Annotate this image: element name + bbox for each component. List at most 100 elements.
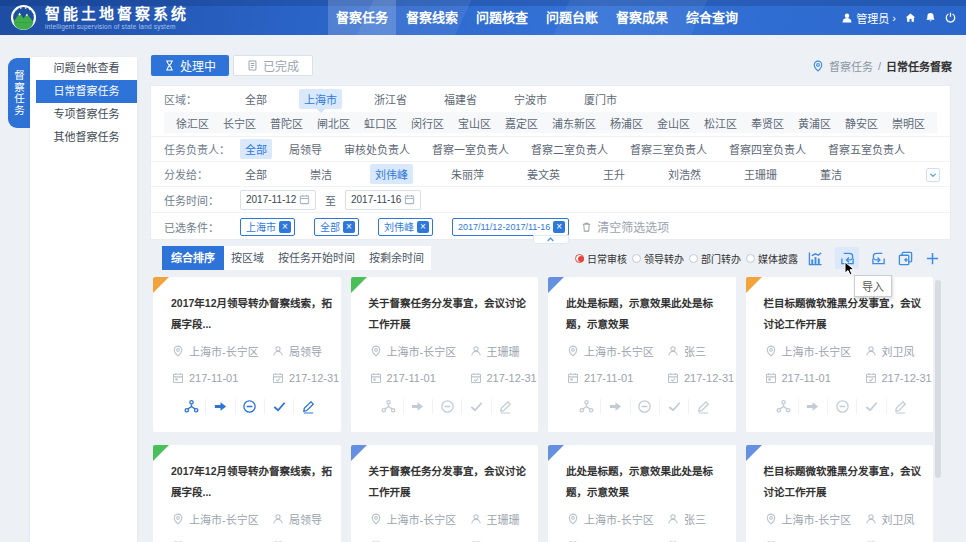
district-option[interactable]: 虹口区	[364, 115, 397, 131]
task-card[interactable]: 2017年12月领导转办督察线索，拓展字段... 上海市-长宁区 局领导 217…	[153, 445, 341, 542]
suspend-action-icon[interactable]	[235, 399, 264, 414]
tab-processing[interactable]: 处理中	[151, 55, 229, 76]
district-option[interactable]: 徐汇区	[176, 115, 209, 131]
suspend-action-icon[interactable]	[630, 399, 659, 414]
owner-option[interactable]: 督察二室负责人	[526, 139, 613, 159]
complete-action-icon[interactable]	[461, 399, 490, 414]
owner-option[interactable]: 督察四室负责人	[724, 139, 811, 159]
distribute-action-icon[interactable]	[572, 399, 600, 414]
task-card[interactable]: 此处是标题，示意效果此处是标题，示意效果 上海市-长宁区 张三 217-11-0…	[548, 277, 736, 432]
nav-item[interactable]: 问题台账	[538, 0, 606, 35]
task-card[interactable]: 2017年12月领导转办督察线索，拓展字段... 上海市-长宁区 局领导 217…	[153, 277, 341, 432]
distribute-action-icon[interactable]	[375, 399, 403, 414]
tag-close-icon[interactable]: ×	[279, 221, 291, 233]
suspend-action-icon[interactable]	[827, 399, 856, 414]
assignee-option[interactable]: 刘浩然	[663, 164, 706, 184]
nav-item[interactable]: 督察成果	[608, 0, 676, 35]
tag-close-icon[interactable]: ×	[343, 221, 355, 233]
logout-icon[interactable]	[945, 12, 956, 23]
complete-action-icon[interactable]	[856, 399, 885, 414]
sidebar-item[interactable]: 专项督察任务	[36, 103, 137, 126]
district-option[interactable]: 长宁区	[223, 115, 256, 131]
owner-option[interactable]: 督察一室负责人	[427, 139, 514, 159]
owner-option[interactable]: 督察三室负责人	[625, 139, 712, 159]
home-icon[interactable]	[905, 12, 916, 23]
assignee-option[interactable]: 王升	[598, 164, 630, 184]
assignee-option[interactable]: 崇洁	[305, 164, 337, 184]
forward-action-icon[interactable]	[600, 399, 629, 414]
stats-button[interactable]	[808, 251, 823, 266]
sort-tab[interactable]: 综合排序	[162, 246, 224, 270]
sort-tab[interactable]: 按区域	[224, 246, 271, 270]
district-option[interactable]: 奉贤区	[751, 115, 784, 131]
edit-action-icon[interactable]	[886, 399, 915, 414]
nav-item[interactable]: 综合查询	[678, 0, 746, 35]
owner-option[interactable]: 局领导	[284, 139, 327, 159]
district-option[interactable]: 静安区	[845, 115, 878, 131]
type-radio[interactable]: 领导转办	[632, 251, 684, 266]
sidebar-item[interactable]: 问题台帐查看	[36, 57, 137, 80]
collapse-filters-handle[interactable]	[533, 235, 569, 244]
assignee-option[interactable]: 刘伟峰	[370, 164, 413, 184]
task-card[interactable]: 关于督察任务分发事宜，会议讨论工作开展 上海市-长宁区 王珊珊 217-11-0…	[351, 277, 539, 432]
district-option[interactable]: 闵行区	[411, 115, 444, 131]
district-option[interactable]: 崇明区	[892, 115, 925, 131]
type-radio[interactable]: 媒体披露	[746, 251, 798, 266]
edit-action-icon[interactable]	[491, 399, 520, 414]
region-option[interactable]: 浙江省	[369, 89, 412, 109]
assignee-option[interactable]: 全部	[240, 164, 272, 184]
export-button[interactable]	[871, 251, 886, 266]
assignee-option[interactable]: 朱丽萍	[446, 164, 489, 184]
assignee-expand-button[interactable]	[926, 168, 940, 182]
add-button[interactable]	[925, 251, 940, 266]
owner-option[interactable]: 审核处负责人	[339, 139, 415, 159]
clear-filters-button[interactable]: 清空筛选选项	[581, 218, 669, 235]
forward-action-icon[interactable]	[205, 399, 234, 414]
nav-item[interactable]: 问题核查	[468, 0, 536, 35]
region-option[interactable]: 全部	[240, 89, 272, 109]
owner-option[interactable]: 督察五室负责人	[823, 139, 910, 159]
tag-close-icon[interactable]: ×	[417, 221, 429, 233]
complete-action-icon[interactable]	[659, 399, 688, 414]
district-option[interactable]: 杨浦区	[610, 115, 643, 131]
task-card[interactable]: 栏目标题微软雅黑分发事宜，会议讨论工作开展 上海市-长宁区 刘卫凤 217-11…	[746, 277, 934, 432]
distribute-action-icon[interactable]	[770, 399, 798, 414]
region-option[interactable]: 宁波市	[509, 89, 552, 109]
bell-icon[interactable]	[925, 12, 936, 23]
breadcrumb-root[interactable]: 督察任务	[829, 58, 873, 74]
district-option[interactable]: 金山区	[657, 115, 690, 131]
region-option[interactable]: 上海市	[299, 89, 342, 109]
sidebar-item[interactable]: 日常督察任务	[36, 80, 137, 103]
nav-item[interactable]: 督察任务	[328, 0, 396, 35]
sort-tab[interactable]: 按剩余时间	[362, 246, 431, 270]
district-option[interactable]: 嘉定区	[505, 115, 538, 131]
district-option[interactable]: 松江区	[704, 115, 737, 131]
region-option[interactable]: 厦门市	[579, 89, 622, 109]
complete-action-icon[interactable]	[264, 399, 293, 414]
type-radio[interactable]: 日常审核	[575, 251, 627, 266]
region-option[interactable]: 福建省	[439, 89, 482, 109]
owner-option[interactable]: 全部	[240, 139, 272, 159]
tab-completed[interactable]: 已完成	[233, 55, 313, 76]
assignee-option[interactable]: 姜文英	[522, 164, 565, 184]
district-option[interactable]: 浦东新区	[552, 115, 596, 131]
task-card[interactable]: 栏目标题微软雅黑分发事宜，会议讨论工作开展 上海市-长宁区 刘卫凤 217-11…	[746, 445, 934, 542]
forward-action-icon[interactable]	[798, 399, 827, 414]
user-menu[interactable]: 管理员 ›	[841, 10, 896, 26]
assignee-option[interactable]: 王珊珊	[739, 164, 782, 184]
type-radio[interactable]: 部门转办	[689, 251, 741, 266]
nav-item[interactable]: 督察线索	[398, 0, 466, 35]
tag-close-icon[interactable]: ×	[553, 221, 565, 233]
task-card[interactable]: 关于督察任务分发事宜，会议讨论工作开展 上海市-长宁区 王珊珊 217-11-0…	[351, 445, 539, 542]
edit-action-icon[interactable]	[293, 399, 322, 414]
task-card[interactable]: 此处是标题，示意效果此处是标题，示意效果 上海市-长宁区 张三 217-11-0…	[548, 445, 736, 542]
copy-button[interactable]	[898, 251, 913, 266]
district-option[interactable]: 普陀区	[270, 115, 303, 131]
district-option[interactable]: 宝山区	[458, 115, 491, 131]
date-to-input[interactable]: 2017-11-16	[345, 190, 421, 210]
sort-tab[interactable]: 按任务开始时间	[271, 246, 362, 270]
district-option[interactable]: 黄浦区	[798, 115, 831, 131]
date-from-input[interactable]: 2017-11-12	[240, 190, 316, 210]
distribute-action-icon[interactable]	[177, 399, 205, 414]
edit-action-icon[interactable]	[688, 399, 717, 414]
